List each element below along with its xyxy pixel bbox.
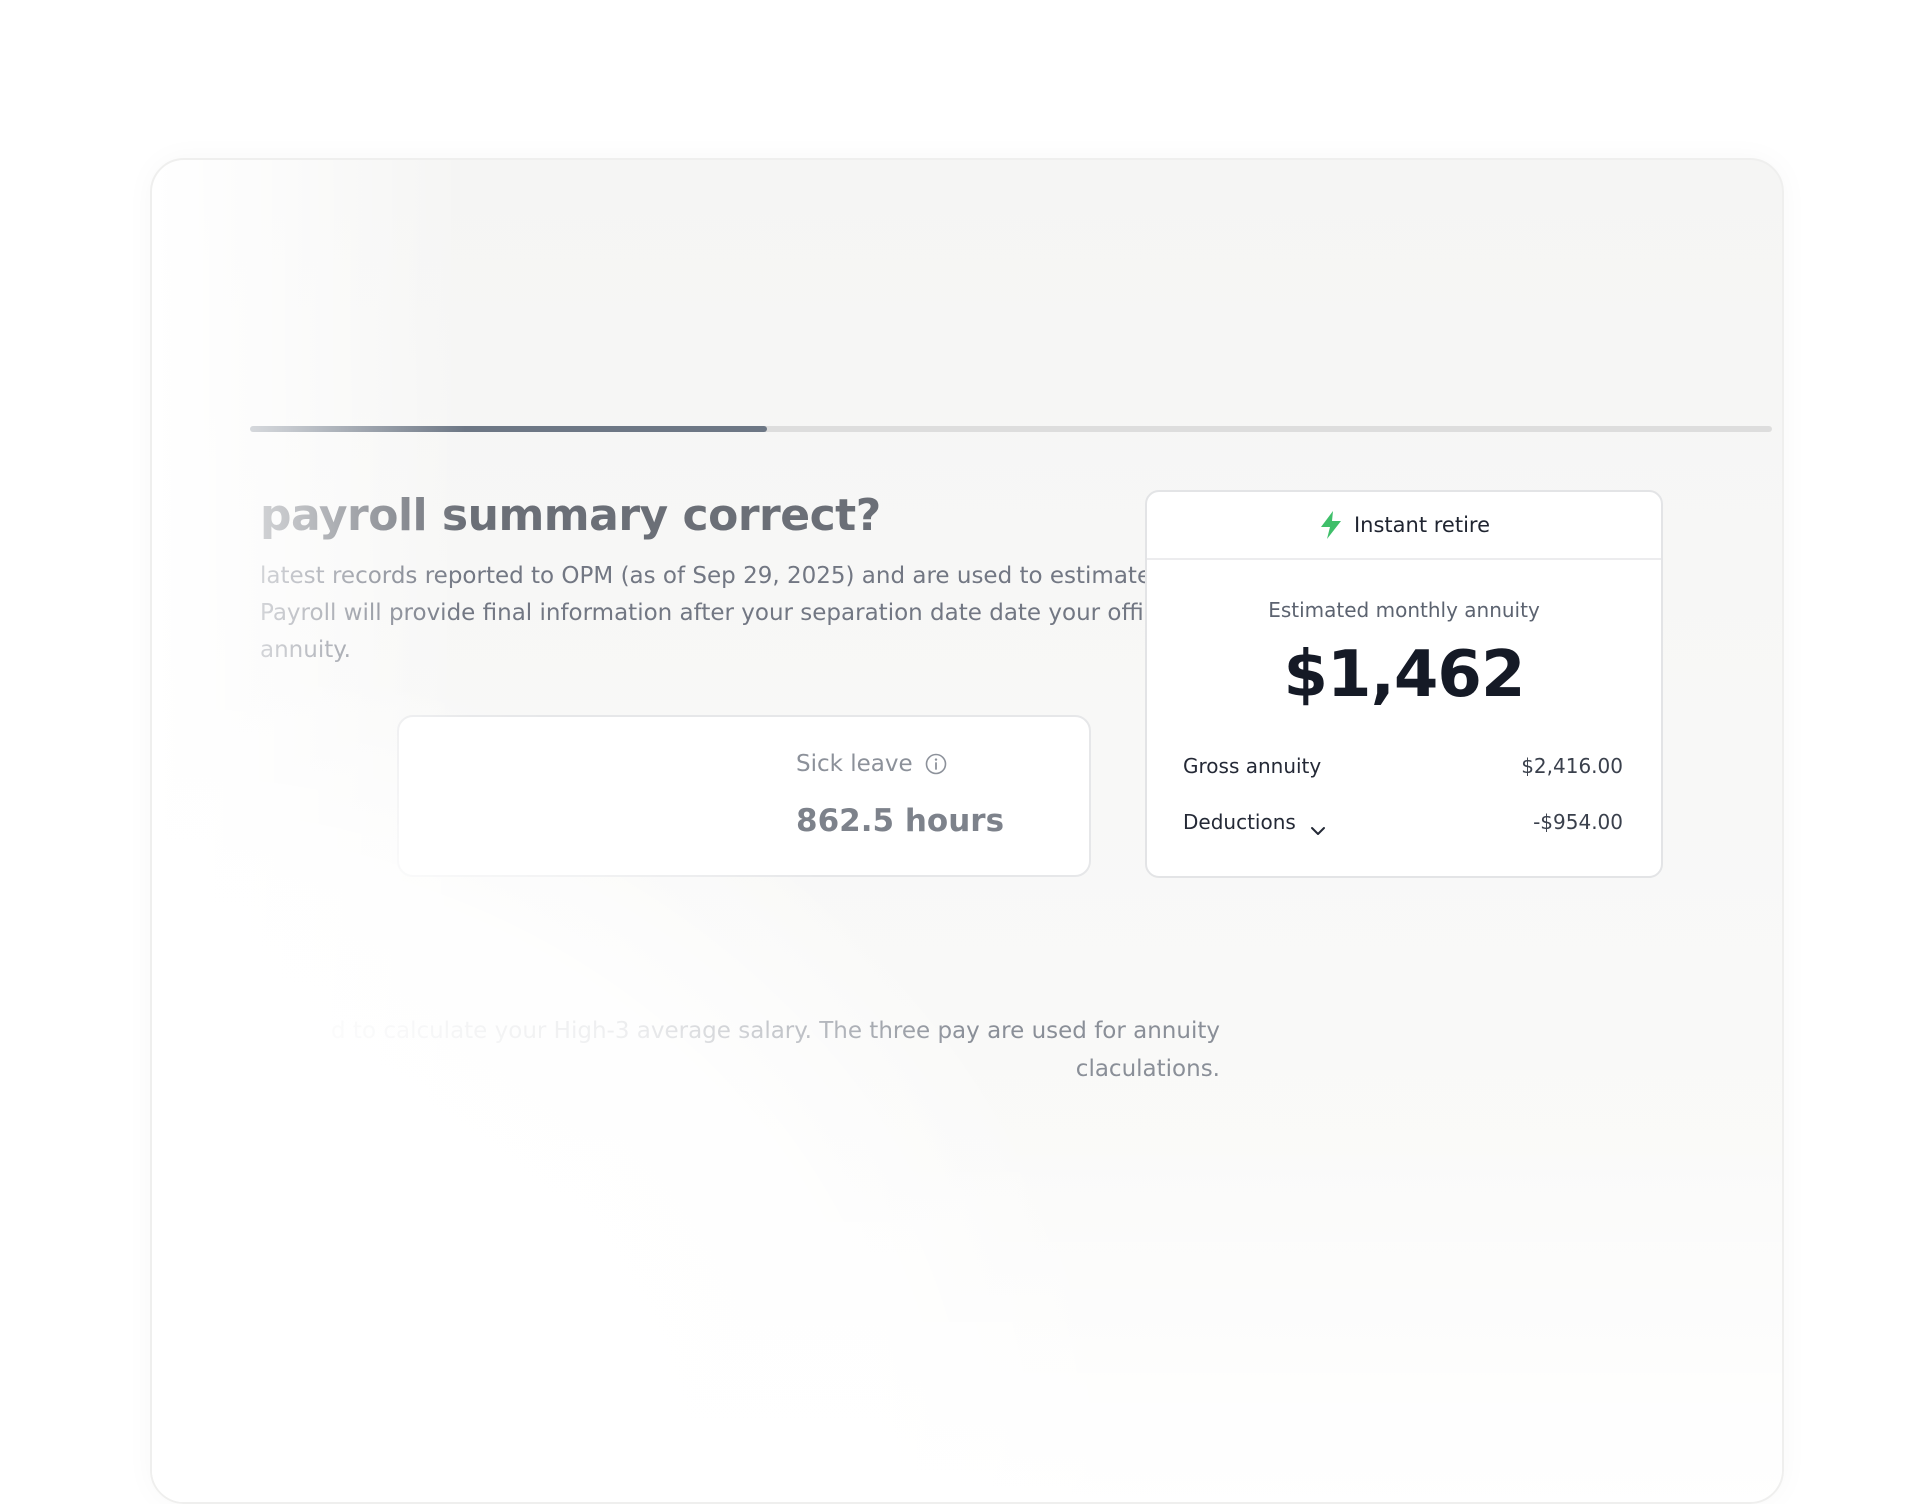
gross-annuity-value: $2,416.00 xyxy=(1521,754,1623,778)
deductions-toggle[interactable]: Deductions xyxy=(1183,810,1326,835)
instant-retire-label: Instant retire xyxy=(1353,513,1491,537)
deductions-row: Deductions -$954.00 xyxy=(1183,810,1623,835)
sick-leave-card: Sick leave 862.5 hours xyxy=(397,715,1091,877)
progress-bar-fill xyxy=(250,426,768,432)
page-subtitle: latest records reported to OPM (as of Se… xyxy=(260,563,1184,663)
sick-leave-value: 862.5 hours xyxy=(796,803,1005,839)
annuity-estimate-card: Instant retire Estimated monthly annuity… xyxy=(1145,490,1663,878)
estimated-monthly-annuity-value: $1,462 xyxy=(1283,638,1526,712)
chevron-down-icon xyxy=(1310,817,1326,835)
high3-description: d to calculate your High-3 average salar… xyxy=(331,1018,1220,1082)
deductions-value: -$954.00 xyxy=(1533,810,1623,834)
bottom-fade-overlay xyxy=(152,1122,1782,1502)
gross-annuity-row: Gross annuity $2,416.00 xyxy=(1183,754,1623,778)
card-header: Instant retire xyxy=(1147,492,1661,560)
deductions-label: Deductions xyxy=(1183,810,1296,834)
gross-annuity-label: Gross annuity xyxy=(1183,754,1322,778)
progress-bar xyxy=(250,426,1772,432)
sick-leave-label: Sick leave xyxy=(796,751,913,777)
sick-leave-label-group: Sick leave xyxy=(796,751,947,777)
lightning-bolt-icon xyxy=(1318,510,1344,540)
page-title: payroll summary correct? xyxy=(260,490,881,541)
app-window: payroll summary correct? latest records … xyxy=(150,158,1784,1504)
estimated-monthly-annuity-label: Estimated monthly annuity xyxy=(1268,598,1540,622)
info-icon[interactable] xyxy=(925,753,947,775)
